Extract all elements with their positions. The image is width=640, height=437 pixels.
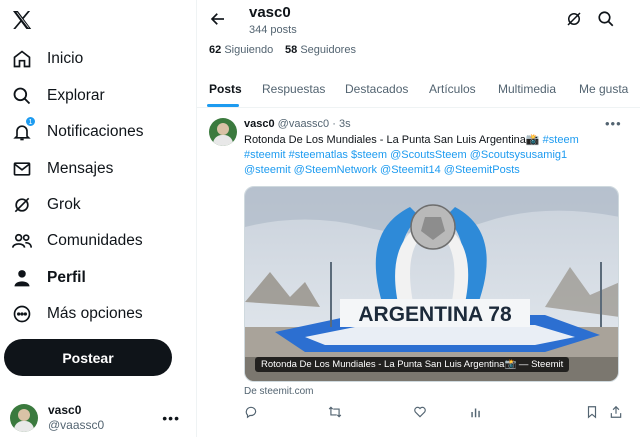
followers-link[interactable]: 58 Seguidores [285,44,356,56]
page-title: vasc0 [249,4,291,21]
tweet-avatar[interactable] [209,118,237,146]
bell-icon: 1 [11,116,36,143]
search-icon[interactable] [597,10,615,28]
following-label: Siguiendo [224,44,274,56]
search-icon [11,85,33,107]
sidebar-item-perfil[interactable]: Perfil [8,261,188,295]
share-icon[interactable] [609,405,625,421]
link-card-image[interactable]: ARGENTINA 78 Rotonda De Los Mundiales - … [244,186,619,382]
person-icon [11,267,33,289]
tab-articulos[interactable]: Artículos [429,82,476,96]
tab-respuestas[interactable]: Respuestas [262,82,325,96]
sidebar-item-inicio[interactable]: Inicio [8,42,188,76]
more-dots-icon: ••• [162,410,180,426]
sidebar-item-explorar[interactable]: Explorar [8,79,188,113]
tab-me-gusta[interactable]: Me gusta [579,82,628,96]
active-tab-indicator [207,104,239,107]
like-icon[interactable] [413,405,429,421]
tweet-author-name[interactable]: vasc0 [244,118,275,130]
reply-icon[interactable] [244,405,260,421]
tab-posts[interactable]: Posts [209,82,242,96]
tweet-more-icon[interactable]: ••• [605,116,622,131]
grok-icon [11,194,33,216]
sidebar-item-label: Perfil [47,269,86,286]
sidebar-item-mas-opciones[interactable]: Más opciones [8,297,188,331]
repost-icon[interactable] [328,405,344,421]
tab-multimedia[interactable]: Multimedia [498,82,556,96]
account-name: vasc0 [48,403,82,417]
sidebar-item-comunidades[interactable]: Comunidades [8,224,188,258]
sidebar-item-grok[interactable]: Grok [8,188,188,222]
bookmark-icon[interactable] [585,405,601,421]
followers-label: Seguidores [300,44,356,56]
tweet-text: Rotonda De Los Mundiales - La Punta San … [244,133,624,178]
notification-badge: 1 [25,116,36,127]
followers-count: 58 [285,44,298,56]
image-sign-text: ARGENTINA 78 [358,303,512,326]
home-icon [11,48,33,70]
sidebar-item-notificaciones[interactable]: 1 Notificaciones [8,115,188,149]
profile-tabs: Posts Respuestas Destacados Artículos Mu… [197,72,640,108]
people-icon [11,230,33,252]
sidebar-item-label: Más opciones [47,305,143,322]
tab-destacados[interactable]: Destacados [345,82,408,96]
tweet-header: vasc0 @vaassc0 · 3s [244,118,351,130]
link-card-caption: Rotonda De Los Mundiales - La Punta San … [255,357,570,372]
posts-count: 344 posts [249,24,297,36]
following-link[interactable]: 62 Siguiendo [209,44,273,56]
following-count: 62 [209,44,222,56]
tweet-text-main: Rotonda De Los Mundiales - La Punta San … [244,134,543,146]
sidebar-item-mensajes[interactable]: Mensajes [8,152,188,186]
envelope-icon [11,158,33,180]
sidebar-item-label: Explorar [47,87,105,104]
tweet-mentions-line[interactable]: @steemit @SteemNetwork @Steemit14 @Steem… [244,164,520,176]
post-button[interactable]: Postear [4,339,172,376]
avatar [10,404,38,432]
account-switcher[interactable]: vasc0 @vaassc0 ••• [10,402,186,434]
account-handle: @vaassc0 [48,418,105,432]
sidebar-item-label: Comunidades [47,232,143,249]
link-card-source[interactable]: De steemit.com [244,386,313,397]
sidebar: Inicio Explorar 1 Notificaciones Mensaje… [0,0,196,437]
tweet-hashtag[interactable]: #steem [543,134,579,146]
views-icon[interactable] [469,405,485,421]
more-circle-icon [11,303,33,325]
x-logo-icon[interactable] [10,8,34,32]
profile-column: vasc0 344 posts 62 Siguiendo 58 Seguidor… [196,0,640,437]
back-arrow-icon[interactable] [209,10,227,28]
sidebar-item-label: Notificaciones [47,123,144,140]
sidebar-item-label: Inicio [47,50,84,67]
tweet-time[interactable]: · 3s [332,118,350,130]
grok-icon[interactable] [565,10,583,28]
sidebar-item-label: Grok [47,196,81,213]
sidebar-item-label: Mensajes [47,160,114,177]
tweet-author-handle[interactable]: @vaassc0 [278,118,330,130]
tweet-tags-line[interactable]: #steemit #steematlas $steem @ScoutsSteem… [244,149,567,161]
